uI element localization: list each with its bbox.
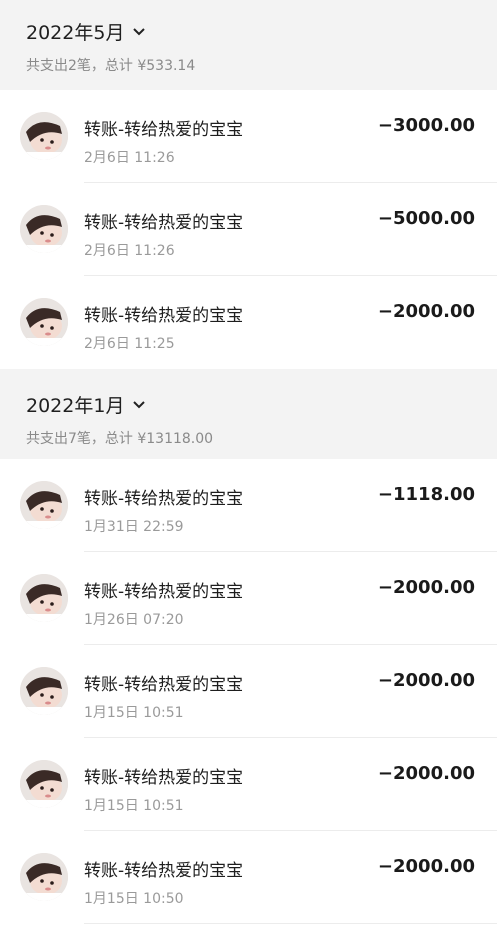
- transaction-amount: −2000.00: [377, 577, 475, 598]
- month-summary: 共支出7笔，总计 ¥13118.00: [26, 431, 214, 447]
- month-title: 2022年1月: [26, 395, 125, 417]
- avatar: [20, 298, 68, 346]
- transaction-item[interactable]: 转账-转给热爱的宝宝 1月26日 07:20 −2000.00: [0, 552, 497, 645]
- transaction-amount: −2000.00: [377, 301, 475, 322]
- transaction-title: 转账-转给热爱的宝宝: [84, 120, 244, 140]
- transaction-title: 转账-转给热爱的宝宝: [84, 768, 244, 788]
- transaction-item[interactable]: 转账-转给热爱的宝宝 1月15日 10:50 −2000.00: [0, 831, 497, 924]
- transaction-time: 1月15日 10:51: [84, 798, 184, 814]
- avatar: [20, 205, 68, 253]
- transaction-title: 转账-转给热爱的宝宝: [84, 213, 244, 233]
- transaction-time: 1月15日 10:50: [84, 891, 184, 907]
- transaction-amount: −2000.00: [377, 670, 475, 691]
- transaction-item[interactable]: 转账-转给热爱的宝宝 2月6日 11:26 −5000.00: [0, 183, 497, 276]
- transaction-title: 转账-转给热爱的宝宝: [84, 675, 244, 695]
- transaction-list: 转账-转给热爱的宝宝 1月31日 22:59 −1118.00 转账-转给热爱的…: [0, 459, 497, 924]
- transaction-amount: −2000.00: [377, 856, 475, 877]
- transaction-amount: −3000.00: [377, 115, 475, 136]
- month-summary: 共支出2笔，总计 ¥533.14: [26, 58, 196, 74]
- transaction-time: 1月26日 07:20: [84, 612, 184, 628]
- transaction-time: 2月6日 11:26: [84, 150, 175, 166]
- avatar: [20, 481, 68, 529]
- transaction-amount: −5000.00: [377, 208, 475, 229]
- month-title: 2022年5月: [26, 22, 125, 44]
- divider: [84, 923, 497, 924]
- transaction-time: 2月6日 11:25: [84, 336, 175, 352]
- transaction-title: 转账-转给热爱的宝宝: [84, 306, 244, 326]
- chevron-down-icon: [133, 400, 146, 408]
- transaction-time: 2月6日 11:26: [84, 243, 175, 259]
- transaction-title: 转账-转给热爱的宝宝: [84, 861, 244, 881]
- avatar: [20, 574, 68, 622]
- chevron-down-icon: [133, 27, 146, 35]
- transaction-item[interactable]: 转账-转给热爱的宝宝 1月15日 10:51 −2000.00: [0, 738, 497, 831]
- month-selector[interactable]: 2022年5月: [26, 18, 471, 45]
- month-selector[interactable]: 2022年1月: [26, 391, 471, 418]
- transaction-title: 转账-转给热爱的宝宝: [84, 582, 244, 602]
- transaction-amount: −1118.00: [377, 484, 475, 505]
- transaction-amount: −2000.00: [377, 763, 475, 784]
- avatar: [20, 667, 68, 715]
- transaction-item[interactable]: 转账-转给热爱的宝宝 2月6日 11:25 −2000.00: [0, 276, 497, 369]
- transaction-time: 1月15日 10:51: [84, 705, 184, 721]
- transaction-item[interactable]: 转账-转给热爱的宝宝 1月31日 22:59 −1118.00: [0, 459, 497, 552]
- month-header: 2022年5月 共支出2笔，总计 ¥533.14: [0, 0, 497, 90]
- month-header: 2022年1月 共支出7笔，总计 ¥13118.00: [0, 369, 497, 459]
- avatar: [20, 853, 68, 901]
- transaction-list: 转账-转给热爱的宝宝 2月6日 11:26 −3000.00 转账-转给热爱的宝…: [0, 90, 497, 369]
- transaction-item[interactable]: 转账-转给热爱的宝宝 2月6日 11:26 −3000.00: [0, 90, 497, 183]
- transaction-time: 1月31日 22:59: [84, 519, 184, 535]
- avatar: [20, 112, 68, 160]
- transaction-item[interactable]: 转账-转给热爱的宝宝 1月15日 10:51 −2000.00: [0, 645, 497, 738]
- avatar: [20, 760, 68, 808]
- transaction-title: 转账-转给热爱的宝宝: [84, 489, 244, 509]
